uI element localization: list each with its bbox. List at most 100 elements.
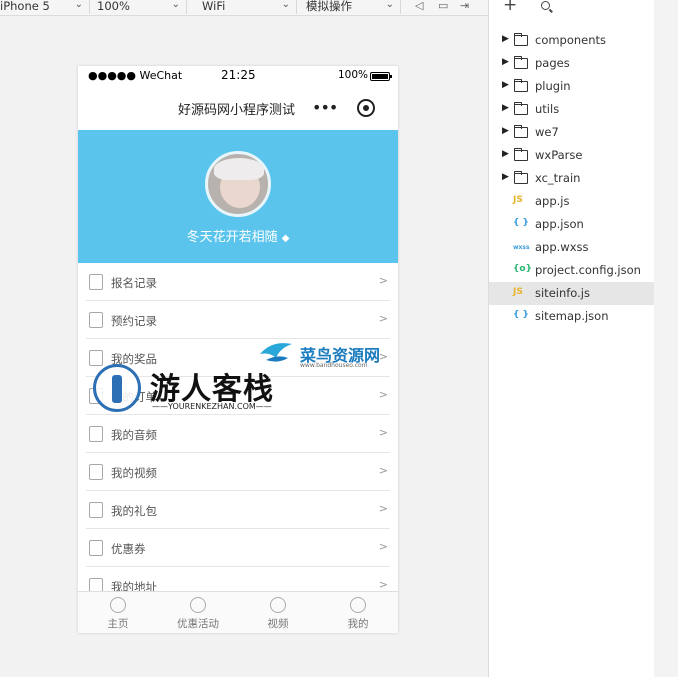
tree-item[interactable]: JS app.js [489, 190, 654, 213]
status-bar: ●●●●● WeChat 21:25 100% [78, 66, 398, 86]
tab-label: 我的 [347, 618, 369, 630]
tree-item[interactable]: ▶ plugin [489, 75, 654, 98]
menu-item[interactable]: 优惠券 > [86, 529, 390, 567]
tree-item[interactable]: { } sitemap.json [489, 305, 654, 328]
device-select-label: iPhone 5 [0, 0, 50, 13]
coupon-icon [89, 540, 103, 556]
operation-select[interactable]: 模拟操作 ⌄ [306, 0, 401, 14]
chevron-right-icon: > [378, 540, 388, 553]
more-icon[interactable]: ••• [312, 98, 338, 117]
network-select[interactable]: WiFi ⌄ [202, 0, 297, 14]
chevron-right-icon[interactable]: ▶ [502, 172, 509, 182]
watermark-brand2-url: ——YOURENKEZHAN.COM—— [152, 402, 272, 411]
add-icon[interactable]: + [503, 0, 517, 15]
tree-item[interactable]: ▶ components [489, 29, 654, 52]
tree-item[interactable]: { } app.json [489, 213, 654, 236]
tree-item[interactable]: wxss app.wxss [489, 236, 654, 259]
tab-label: 视频 [267, 618, 289, 630]
window-icon[interactable]: ▭ [438, 0, 448, 12]
tab-2[interactable]: 视频 [238, 592, 318, 633]
chevron-down-icon: ⌄ [171, 0, 180, 10]
menu-item-label: 我的礼包 [111, 504, 157, 518]
folder-icon [514, 33, 528, 46]
menu-item-label: 预约记录 [111, 314, 157, 328]
chevron-right-icon[interactable]: ▶ [502, 57, 509, 67]
chevron-right-icon[interactable]: ▶ [502, 34, 509, 44]
chevron-right-icon: > [378, 578, 388, 591]
gift-icon [89, 350, 103, 366]
status-time: 21:25 [221, 68, 256, 82]
tree-item[interactable]: ▶ utils [489, 98, 654, 121]
chevron-right-icon: > [378, 464, 388, 477]
nav-title: 好源码网小程序测试 [178, 103, 296, 118]
tab-0[interactable]: 主页 [78, 592, 158, 633]
tree-item-label: app.json [535, 217, 584, 231]
tree-item[interactable]: ▶ we7 [489, 121, 654, 144]
tab-label: 主页 [107, 618, 129, 630]
tab-label: 优惠活动 [177, 618, 219, 630]
tree-item-label: app.wxss [535, 240, 589, 254]
tree-item-label: we7 [535, 125, 559, 139]
nickname-text: 冬天花开若相随 [186, 230, 278, 245]
file-json-icon: { } [513, 218, 529, 228]
simulator-toolbar: iPhone 5 ⌄ 100% ⌄ WiFi ⌄ 模拟操作 ⌄ ◁ ▭ ⇥ [0, 0, 488, 16]
file-js-icon: JS [513, 287, 523, 297]
user-icon [190, 597, 206, 613]
tree-item-label: components [535, 33, 607, 47]
menu-item-label: 我的视频 [111, 466, 157, 480]
battery-icon [370, 72, 392, 81]
carrier-label: ●●●●● WeChat [88, 69, 183, 82]
menu-item-label: 优惠券 [111, 542, 146, 556]
zoom-select[interactable]: 100% ⌄ [97, 0, 187, 14]
profile-icon [350, 597, 366, 613]
file-config-icon: {o} [513, 264, 532, 274]
speaker-icon[interactable]: ◁ [415, 0, 423, 12]
chevron-down-icon: ⌄ [385, 0, 394, 10]
tree-item[interactable]: ▶ wxParse [489, 144, 654, 167]
menu-item[interactable]: 我的礼包 > [86, 491, 390, 529]
menu-item[interactable]: 报名记录 > [86, 263, 390, 301]
chevron-right-icon: > [378, 274, 388, 287]
chevron-right-icon[interactable]: ▶ [502, 149, 509, 159]
file-tree: ▶ components ▶ pages ▶ plugin ▶ utils ▶ we7 ▶ wxPar… [489, 29, 654, 328]
tree-item[interactable]: JS siteinfo.js [489, 282, 654, 305]
avatar[interactable] [205, 151, 271, 217]
menu-item[interactable]: 我的视频 > [86, 453, 390, 491]
tree-item-label: xc_train [535, 171, 581, 185]
chevron-right-icon[interactable]: ▶ [502, 103, 509, 113]
file-js-icon: JS [513, 195, 523, 205]
file-wxss-icon: wxss [513, 244, 530, 251]
tag-icon: ◆ [281, 233, 290, 244]
chevron-right-icon: > [378, 312, 388, 325]
close-target-icon[interactable] [357, 99, 375, 117]
detach-icon[interactable]: ⇥ [460, 0, 469, 12]
file-explorer: + ▶ components ▶ pages ▶ plugin ▶ utils ▶ we7 ▶ wxP… [489, 0, 654, 677]
simulator-area: ●●●●● WeChat 21:25 100% 好源码网小程序测试 ••• 冬天… [0, 16, 488, 677]
tree-item[interactable]: ▶ xc_train [489, 167, 654, 190]
tab-bar: 主页 优惠活动 视频 我的 [78, 591, 398, 633]
device-select[interactable]: iPhone 5 ⌄ [0, 0, 90, 14]
tree-item[interactable]: ▶ pages [489, 52, 654, 75]
chevron-right-icon[interactable]: ▶ [502, 126, 509, 136]
search-icon[interactable] [541, 1, 550, 10]
menu-list: 报名记录>预约记录>我的奖品>我的订单>我的音频>我的视频>我的礼包>优惠券>我… [86, 263, 390, 605]
profile-header: 冬天花开若相随 ◆ [78, 130, 398, 263]
tab-3[interactable]: 我的 [318, 592, 398, 633]
nav-bar: 好源码网小程序测试 ••• [78, 86, 398, 130]
video-icon [89, 464, 103, 480]
tree-item-label: plugin [535, 79, 571, 93]
editor-gutter [654, 0, 678, 677]
tree-item[interactable]: {o} project.config.json [489, 259, 654, 282]
chevron-down-icon: ⌄ [281, 0, 290, 10]
tree-item-label: utils [535, 102, 560, 116]
explorer-toolbar: + [489, 0, 654, 18]
menu-item[interactable]: 预约记录 > [86, 301, 390, 339]
tree-item-label: app.js [535, 194, 570, 208]
menu-item[interactable]: 我的音频 > [86, 415, 390, 453]
tree-item-label: wxParse [535, 148, 583, 162]
chevron-right-icon[interactable]: ▶ [502, 80, 509, 90]
tree-item-label: project.config.json [535, 263, 641, 277]
checkbox-icon [89, 312, 103, 328]
chevron-right-icon: > [378, 388, 388, 401]
tab-1[interactable]: 优惠活动 [158, 592, 238, 633]
